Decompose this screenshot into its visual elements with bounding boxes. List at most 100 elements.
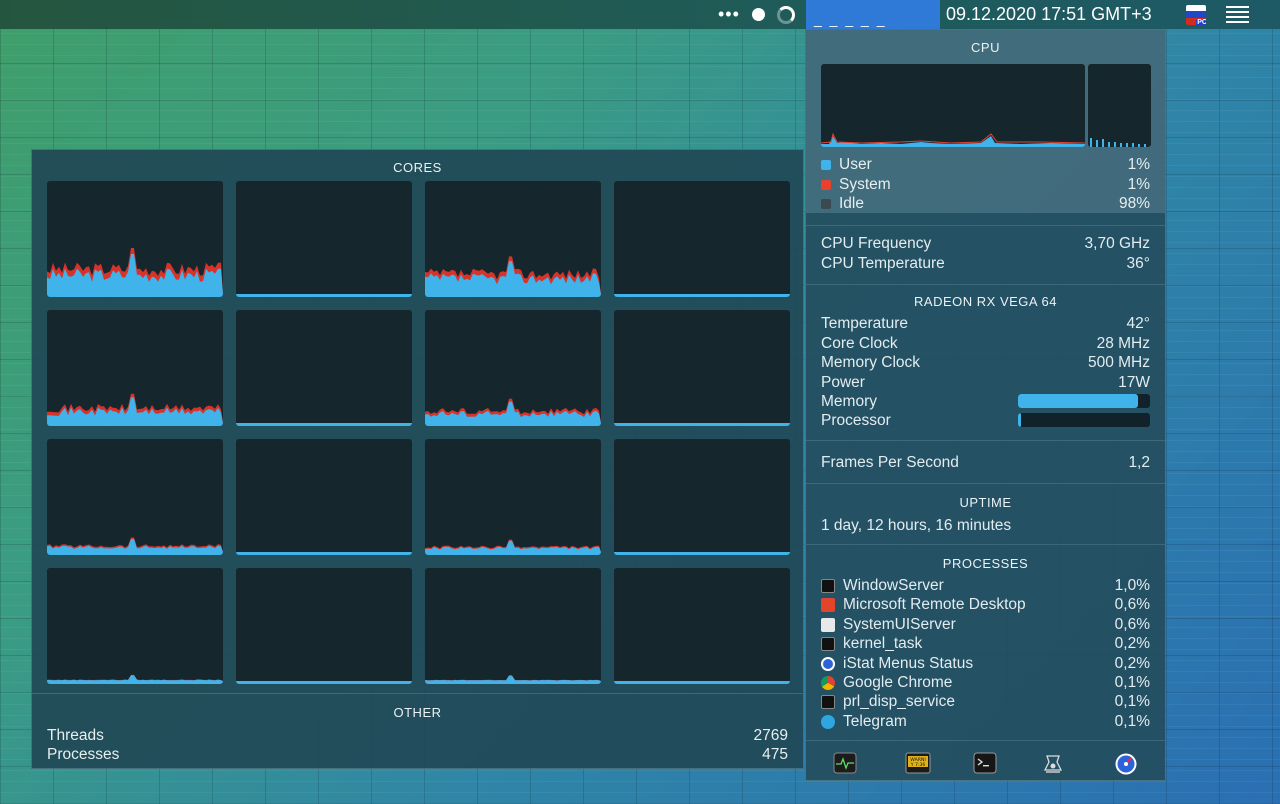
cores-title: CORES bbox=[393, 160, 442, 175]
core-graph bbox=[425, 439, 601, 555]
process-usage: 0,1% bbox=[1114, 693, 1150, 711]
core-graph bbox=[236, 439, 412, 555]
process-name: Google Chrome bbox=[843, 674, 953, 691]
divider bbox=[806, 284, 1165, 285]
core-graph bbox=[236, 568, 412, 684]
legend-label: Idle bbox=[839, 195, 864, 212]
core-graph bbox=[47, 310, 223, 426]
system-information-icon[interactable] bbox=[1041, 752, 1065, 774]
gpu-title: RADEON RX VEGA 64 bbox=[914, 294, 1057, 309]
gpu-memory-fill bbox=[1018, 394, 1139, 408]
core-baseline bbox=[236, 294, 412, 297]
activity-monitor-icon[interactable] bbox=[833, 752, 857, 774]
gpu-stat-label: Temperature bbox=[821, 315, 909, 332]
menu-clock[interactable]: 09.12.2020 17:51 GMT+3 bbox=[946, 0, 1152, 29]
core-baseline bbox=[614, 552, 790, 555]
cpu-frequency-label: CPU Frequency bbox=[821, 235, 932, 252]
processes-label: Processes bbox=[47, 746, 120, 763]
legend-swatch bbox=[821, 160, 831, 170]
legend-swatch bbox=[821, 179, 831, 190]
core-baseline bbox=[425, 423, 601, 426]
process-row[interactable]: Microsoft Remote Desktop 0,6% bbox=[821, 596, 1150, 614]
divider bbox=[806, 740, 1165, 741]
cpu-history-graph bbox=[821, 64, 1085, 147]
process-name: Telegram bbox=[843, 712, 907, 730]
core-baseline bbox=[425, 552, 601, 555]
telegram-icon bbox=[821, 714, 835, 729]
core-baseline bbox=[614, 294, 790, 297]
svg-text:Y 7:36: Y 7:36 bbox=[910, 762, 926, 768]
notification-center-icon[interactable] bbox=[1226, 0, 1249, 29]
istat-icon bbox=[821, 656, 835, 671]
cpu-temperature-value: 36° bbox=[1126, 255, 1150, 272]
terminal-app-icon[interactable] bbox=[973, 752, 997, 774]
divider bbox=[806, 440, 1165, 441]
legend-label: User bbox=[839, 156, 872, 173]
legend-value: 1% bbox=[1127, 156, 1150, 173]
processes-value: 475 bbox=[762, 746, 788, 763]
process-name: WindowServer bbox=[843, 577, 944, 594]
process-row[interactable]: Google Chrome 0,1% bbox=[821, 674, 1150, 692]
fps-row: Frames Per Second 1,2 bbox=[821, 454, 1150, 472]
cpu-legend-row: Idle 98% bbox=[821, 195, 1150, 213]
cpu-title: CPU bbox=[971, 40, 1000, 55]
core-baseline bbox=[614, 423, 790, 426]
divider bbox=[806, 483, 1165, 484]
processes-row: Processes 475 bbox=[47, 746, 788, 764]
cpu-menu-extra[interactable]: _ _ _ _ _ bbox=[806, 0, 940, 29]
core-baseline bbox=[47, 423, 223, 426]
uptime-value: 1 day, 12 hours, 16 minutes bbox=[821, 517, 1012, 534]
process-row[interactable]: WindowServer 1,0% bbox=[821, 577, 1150, 595]
process-name: prl_disp_service bbox=[843, 693, 955, 711]
core-graph bbox=[614, 568, 790, 684]
menu-bar: ••• _ _ _ _ _ 09.12.2020 17:51 GMT+3 PC bbox=[0, 0, 1280, 29]
document-icon bbox=[821, 617, 835, 632]
process-row[interactable]: Telegram 0,1% bbox=[821, 713, 1150, 731]
cpu-legend-row: System 1% bbox=[821, 176, 1150, 194]
core-graph bbox=[614, 181, 790, 297]
gpu-stat-label: Power bbox=[821, 373, 865, 391]
cpu-temperature-row: CPU Temperature 36° bbox=[821, 255, 1150, 273]
terminal-icon bbox=[821, 579, 835, 593]
uptime-row: 1 day, 12 hours, 16 minutes bbox=[821, 517, 1150, 535]
gpu-stat-value: 42° bbox=[1126, 315, 1150, 332]
core-graph bbox=[236, 181, 412, 297]
process-row[interactable]: SystemUIServer 0,6% bbox=[821, 616, 1150, 634]
process-usage: 0,6% bbox=[1114, 596, 1150, 614]
gpu-stat-value: 500 MHz bbox=[1087, 354, 1150, 371]
input-source-menu[interactable]: PC bbox=[1186, 0, 1206, 29]
status-dot-icon[interactable] bbox=[752, 0, 765, 29]
legend-swatch bbox=[821, 199, 831, 209]
istat-menus-app-icon[interactable] bbox=[1114, 752, 1138, 775]
more-menu-icon[interactable]: ••• bbox=[718, 0, 740, 29]
core-baseline bbox=[47, 681, 223, 684]
gpu-stat-label: Memory Clock bbox=[821, 354, 921, 371]
threads-value: 2769 bbox=[753, 727, 788, 744]
cpu-temperature-label: CPU Temperature bbox=[821, 255, 945, 272]
process-row[interactable]: kernel_task 0,2% bbox=[821, 635, 1150, 653]
console-icon[interactable]: WARNI Y 7:36 bbox=[905, 752, 931, 774]
core-baseline bbox=[236, 681, 412, 684]
threads-row: Threads 2769 bbox=[47, 727, 788, 745]
gpu-stat-row: Core Clock 28 MHz bbox=[821, 335, 1150, 353]
process-row[interactable]: prl_disp_service 0,1% bbox=[821, 693, 1150, 711]
legend-value: 1% bbox=[1127, 175, 1150, 193]
processes-title: PROCESSES bbox=[942, 556, 1029, 571]
cpu-frequency-row: CPU Frequency 3,70 GHz bbox=[821, 235, 1150, 253]
core-graph bbox=[425, 181, 601, 297]
legend-label: System bbox=[839, 175, 891, 193]
remote-desktop-icon bbox=[821, 598, 835, 613]
core-graph bbox=[614, 310, 790, 426]
process-row[interactable]: iStat Menus Status 0,2% bbox=[821, 655, 1150, 673]
activity-spinner-icon[interactable] bbox=[777, 0, 795, 29]
input-source-badge: PC bbox=[1196, 18, 1206, 25]
cpu-legend-row: User 1% bbox=[821, 156, 1150, 174]
fps-label: Frames Per Second bbox=[821, 454, 959, 471]
fps-value: 1,2 bbox=[1128, 454, 1150, 471]
core-baseline bbox=[614, 681, 790, 684]
core-graph bbox=[614, 439, 790, 555]
core-graph bbox=[47, 181, 223, 297]
core-graph bbox=[425, 568, 601, 684]
gpu-stat-value: 17W bbox=[1118, 373, 1150, 391]
core-baseline bbox=[47, 294, 223, 297]
